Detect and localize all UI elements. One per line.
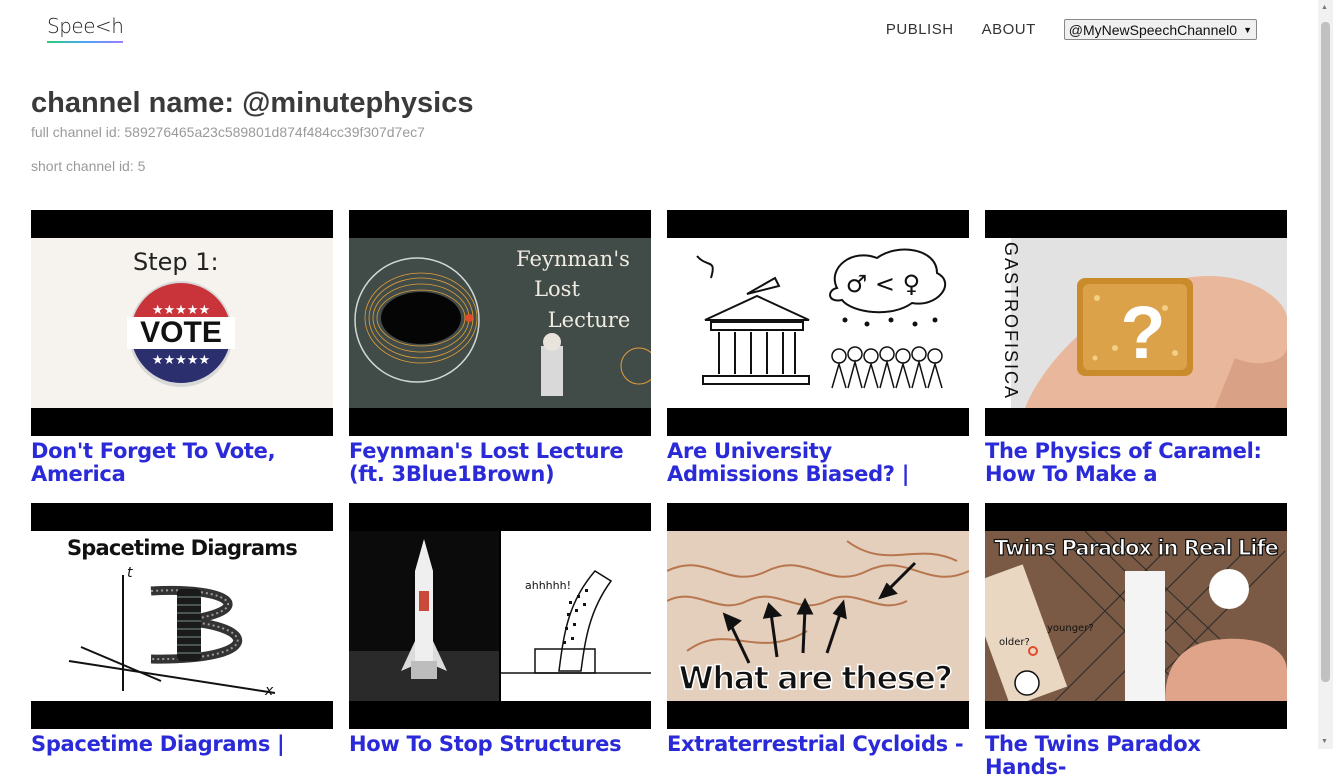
thumb-text: ? (1120, 291, 1165, 374)
thumb-text: x (264, 683, 274, 699)
nav-about-link[interactable]: ABOUT (982, 21, 1036, 38)
channel-select[interactable]: @MyNewSpeechChannel0 ▼ (1063, 19, 1257, 40)
top-nav: PUBLISH ABOUT @MyNewSpeechChannel0 ▼ (858, 19, 1257, 40)
scroll-up-icon[interactable]: ▲ (1321, 4, 1328, 11)
thumb-text: VOTE (140, 316, 222, 349)
chevron-down-icon: ▼ (1243, 24, 1252, 35)
video-thumbnail[interactable]: Feynman's Lost Lecture (349, 210, 651, 436)
scroll-down-icon[interactable]: ▼ (1321, 738, 1328, 745)
video-card[interactable]: Step 1: VOTE ★★★★★ ★★★★★ Don't Forget To… (31, 210, 333, 486)
thumb-text: What are these? (679, 659, 952, 697)
video-thumbnail[interactable]: GASTROFISICA ? (985, 210, 1287, 436)
channel-select-value: @MyNewSpeechChannel0 (1068, 21, 1238, 38)
thumb-text: Lost (534, 277, 580, 301)
thumb-text: Feynman's (516, 247, 630, 271)
video-card[interactable]: ahhhhh! How To Stop Structures (349, 503, 651, 779)
nav-publish-link[interactable]: PUBLISH (886, 21, 954, 38)
video-card[interactable]: Feynman's Lost Lecture Feynman's Lost Le… (349, 210, 651, 486)
video-title-link[interactable]: How To Stop Structures (349, 733, 651, 779)
short-channel-id: short channel id: 5 (31, 158, 146, 174)
video-card[interactable]: What are these? Extraterrestrial Cycloid… (667, 503, 969, 779)
video-card[interactable]: Spacetime Diagrams t x Spacetime Diagram… (31, 503, 333, 779)
thumb-text: GASTROFISICA (1001, 242, 1021, 400)
video-title-link[interactable]: Spacetime Diagrams | (31, 733, 333, 779)
thumb-text: Step 1: (133, 248, 219, 276)
video-thumbnail[interactable]: Twins Paradox in Real Life older? younge… (985, 503, 1287, 729)
video-title-link[interactable]: The Twins Paradox Hands- (985, 733, 1287, 779)
thumb-text: ahhhhh! (525, 579, 571, 592)
thumb-text: Lecture (548, 308, 631, 332)
video-thumbnail[interactable]: ahhhhh! (349, 503, 651, 729)
site-logo[interactable]: Spee<h (47, 14, 124, 43)
video-title-link[interactable]: Don't Forget To Vote, America (31, 440, 333, 486)
thumb-text: younger? (1047, 623, 1094, 634)
video-thumbnail[interactable]: Step 1: VOTE ★★★★★ ★★★★★ (31, 210, 333, 436)
video-title-link[interactable]: Extraterrestrial Cycloids - (667, 733, 969, 779)
video-thumbnail[interactable]: ♂ < ♀ (667, 210, 969, 436)
video-thumbnail[interactable]: What are these? (667, 503, 969, 729)
page-scrollbar[interactable]: ▲ ▼ (1318, 0, 1333, 749)
channel-name-heading: channel name: @minutephysics (31, 87, 474, 119)
thumb-text: Spacetime Diagrams (67, 536, 297, 560)
thumb-text: older? (999, 637, 1030, 648)
video-thumbnail[interactable]: Spacetime Diagrams t x (31, 503, 333, 729)
video-title-link[interactable]: Are University Admissions Biased? | Simp… (667, 440, 969, 486)
thumb-text: ♂ < ♀ (846, 270, 920, 298)
video-title-link[interactable]: Feynman's Lost Lecture (ft. 3Blue1Brown) (349, 440, 651, 486)
video-card[interactable]: GASTROFISICA ? The Physics of Caramel: H… (985, 210, 1287, 486)
thumb-text: t (127, 565, 133, 581)
scrollbar-thumb[interactable] (1321, 22, 1330, 682)
video-card[interactable]: ♂ < ♀ Are University Admissions Biased? … (667, 210, 969, 486)
full-channel-id: full channel id: 589276465a23c589801d874… (31, 124, 425, 140)
svg-text:★★★★★: ★★★★★ (152, 352, 210, 367)
thumb-text: Twins Paradox in Real Life (994, 536, 1278, 560)
video-title-link[interactable]: The Physics of Caramel: How To Make a (985, 440, 1287, 486)
svg-text:★★★★★: ★★★★★ (152, 302, 210, 317)
video-card[interactable]: Twins Paradox in Real Life older? younge… (985, 503, 1287, 779)
